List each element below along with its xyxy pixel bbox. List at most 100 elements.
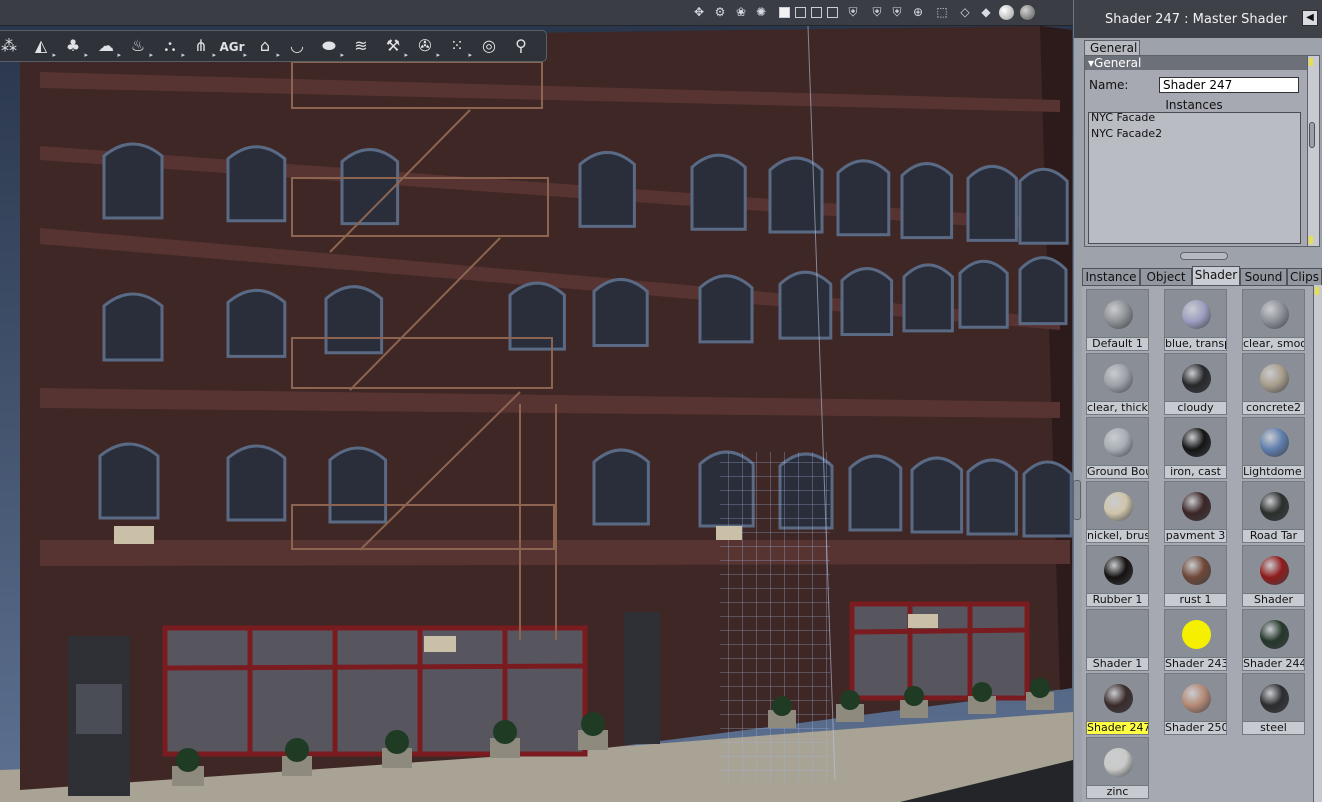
grass-tool-button[interactable]: ⋔ ▸ (188, 35, 216, 59)
material-sphere-icon (1104, 428, 1133, 457)
tree-tool-button[interactable]: ♣ ▸ (60, 35, 88, 59)
view-options-icon[interactable]: ⚙ (713, 5, 727, 19)
hammer-tool-button[interactable]: ⚒ ▸ (380, 35, 408, 59)
general-section-header[interactable]: ▾General (1085, 56, 1319, 70)
shader-swatch[interactable]: Shader 1 (1086, 609, 1149, 671)
shader-swatch[interactable]: nickel, brus (1086, 481, 1149, 543)
instances-list[interactable]: NYC Facade NYC Facade2 (1088, 111, 1301, 244)
shader-swatch[interactable]: clear, thicke (1086, 353, 1149, 415)
target-tool-button[interactable]: ◎ (476, 35, 502, 57)
shader-swatch[interactable]: steel (1242, 673, 1305, 735)
shaded-cube-icon[interactable]: ◆ (979, 5, 993, 19)
shader-swatch[interactable]: Lightdome Li (1242, 417, 1305, 479)
shader-swatch[interactable]: cloudy (1164, 353, 1227, 415)
shader-label: Shader 243 (1164, 658, 1227, 671)
material-sphere-icon (1104, 364, 1133, 393)
section-scroll-thumb[interactable] (1309, 122, 1315, 148)
shader-grid[interactable]: Default 1 blue, transp clear, smoot clear, … (1082, 285, 1313, 802)
shader-swatch[interactable]: Shader 244 (1242, 609, 1305, 671)
shader-swatch[interactable]: Shader 243 (1164, 609, 1227, 671)
shader-swatch[interactable]: Road Tar (1242, 481, 1305, 543)
wireframe-selection[interactable] (720, 452, 830, 782)
textured-sphere-icon[interactable] (1020, 5, 1035, 20)
shader-preview (1242, 609, 1305, 658)
rocks-tool-button[interactable]: ⛬ ▸ (157, 35, 185, 59)
viewport-top-strip: ✥ ⚙ ❀ ✺ ⛨ ⛨ ⛨ ⊕ ⬚ ◇ ◆ (0, 0, 1073, 26)
stone-tool-button[interactable]: ⬬ ▸ (316, 35, 344, 59)
tab-object[interactable]: Object (1140, 268, 1192, 286)
agr-text-tool-button[interactable]: AGr ▸ (219, 35, 247, 59)
tab-sound[interactable]: Sound (1240, 268, 1287, 286)
shield-grid-icon[interactable]: ⛨ (846, 5, 860, 19)
shader-preview (1086, 737, 1149, 786)
fire-tool-button[interactable]: ♨ ▸ (125, 35, 153, 59)
wireframe-cube-icon[interactable]: ◇ (958, 5, 972, 19)
submenu-arrow-icon: ▸ (181, 51, 185, 59)
terrain-tool-button[interactable]: ◭ ▸ (28, 35, 56, 59)
layout-quad-icon[interactable] (811, 7, 822, 18)
tree-icon: ♣ (65, 36, 81, 55)
camera-tools-icon[interactable]: ✥ (692, 5, 706, 19)
shader-preview (1086, 609, 1149, 658)
shader-label: Shader (1242, 594, 1305, 607)
orbit-icon[interactable]: ✺ (754, 5, 768, 19)
shader-swatch[interactable]: zinc (1086, 737, 1149, 799)
spring-tool-button[interactable]: ≋ (348, 35, 374, 57)
scroll-marker (1309, 236, 1313, 244)
bone-tool-button[interactable]: ⚲ (508, 35, 534, 57)
tab-clips[interactable]: Clips (1287, 268, 1322, 286)
layout-split-icon[interactable] (795, 7, 806, 18)
shader-swatch[interactable]: Ground Boun (1086, 417, 1149, 479)
instance-item[interactable]: NYC Facade (1091, 111, 1155, 124)
collapse-panel-button[interactable]: ◀ (1302, 10, 1318, 26)
shader-swatch[interactable]: blue, transp (1164, 289, 1227, 351)
tab-general[interactable]: General (1084, 40, 1140, 56)
submenu-arrow-icon: ▸ (117, 51, 121, 59)
shader-name-field[interactable] (1159, 77, 1299, 93)
shader-swatch[interactable]: Default 1 (1086, 289, 1149, 351)
shader-swatch[interactable]: clear, smoot (1242, 289, 1305, 351)
shader-preview (1242, 353, 1305, 402)
shader-swatch[interactable]: rust 1 (1164, 545, 1227, 607)
house-tool-button[interactable]: ⌂ ▸ (252, 35, 280, 59)
splitter-handle[interactable] (1180, 252, 1228, 260)
shader-swatch[interactable]: Shader 250 (1164, 673, 1227, 735)
bone-icon: ⚲ (515, 36, 527, 55)
material-sphere-icon (1104, 684, 1133, 713)
shader-preview (1086, 673, 1149, 722)
movie-camera-tool-button[interactable]: ✇ ▸ (412, 35, 440, 59)
scene-render[interactable] (0, 0, 1073, 802)
smooth-sphere-icon[interactable] (999, 5, 1014, 20)
shader-swatch[interactable]: pavment 3 (1164, 481, 1227, 543)
scroll-marker (1315, 287, 1319, 295)
layout-three-icon[interactable] (827, 7, 838, 18)
shader-swatch[interactable]: iron, cast (1164, 417, 1227, 479)
shader-preview (1086, 545, 1149, 594)
shader-swatch[interactable]: Rubber 1 (1086, 545, 1149, 607)
house-icon: ⌂ (259, 36, 271, 55)
spread-tool-button[interactable]: ⁙ ▸ (444, 35, 472, 59)
shield-faces-icon[interactable]: ⛨ (870, 5, 884, 19)
shader-preview (1242, 673, 1305, 722)
section-scrollbar[interactable] (1307, 56, 1319, 246)
tab-shader[interactable]: Shader (1192, 266, 1240, 286)
shield-solid-icon[interactable]: ⛨ (890, 5, 904, 19)
bowl-tool-button[interactable]: ◡ (284, 35, 310, 57)
submenu-arrow-icon: ▸ (276, 51, 280, 59)
shader-swatch[interactable]: concrete2 (1242, 353, 1305, 415)
cloud-layer-tool-button[interactable]: ☁ ▸ (93, 35, 121, 59)
layout-single-icon[interactable] (779, 7, 790, 18)
bounding-box-icon[interactable]: ⬚ (935, 5, 949, 19)
particles-icon: ⁂ (1, 36, 17, 55)
spring-icon: ≋ (354, 36, 368, 55)
particles-tool-button[interactable]: ⁂ (0, 35, 22, 57)
instance-item[interactable]: NYC Facade2 (1091, 127, 1162, 140)
shader-grid-scrollbar[interactable] (1313, 285, 1322, 802)
shader-swatch[interactable]: Shader 247 (1086, 673, 1149, 735)
panel-resize-grip[interactable] (1073, 480, 1081, 520)
tab-instance[interactable]: Instance (1082, 268, 1140, 286)
shader-swatch[interactable]: Shader (1242, 545, 1305, 607)
3d-viewport[interactable]: ✥ ⚙ ❀ ✺ ⛨ ⛨ ⛨ ⊕ ⬚ ◇ ◆ ⁂ ◭ ▸ ♣ ▸ ☁ ▸ ♨ ▸ ⛬ ▸ ⋔ ▸ AGr ▸ ⌂ ▸ ◡ ⬬ ▸ ≋ ⚒ ▸ ✇ ▸ ⁙… (0, 0, 1073, 802)
compass-icon[interactable]: ⊕ (911, 5, 925, 19)
navigation-icon[interactable]: ❀ (734, 5, 748, 19)
